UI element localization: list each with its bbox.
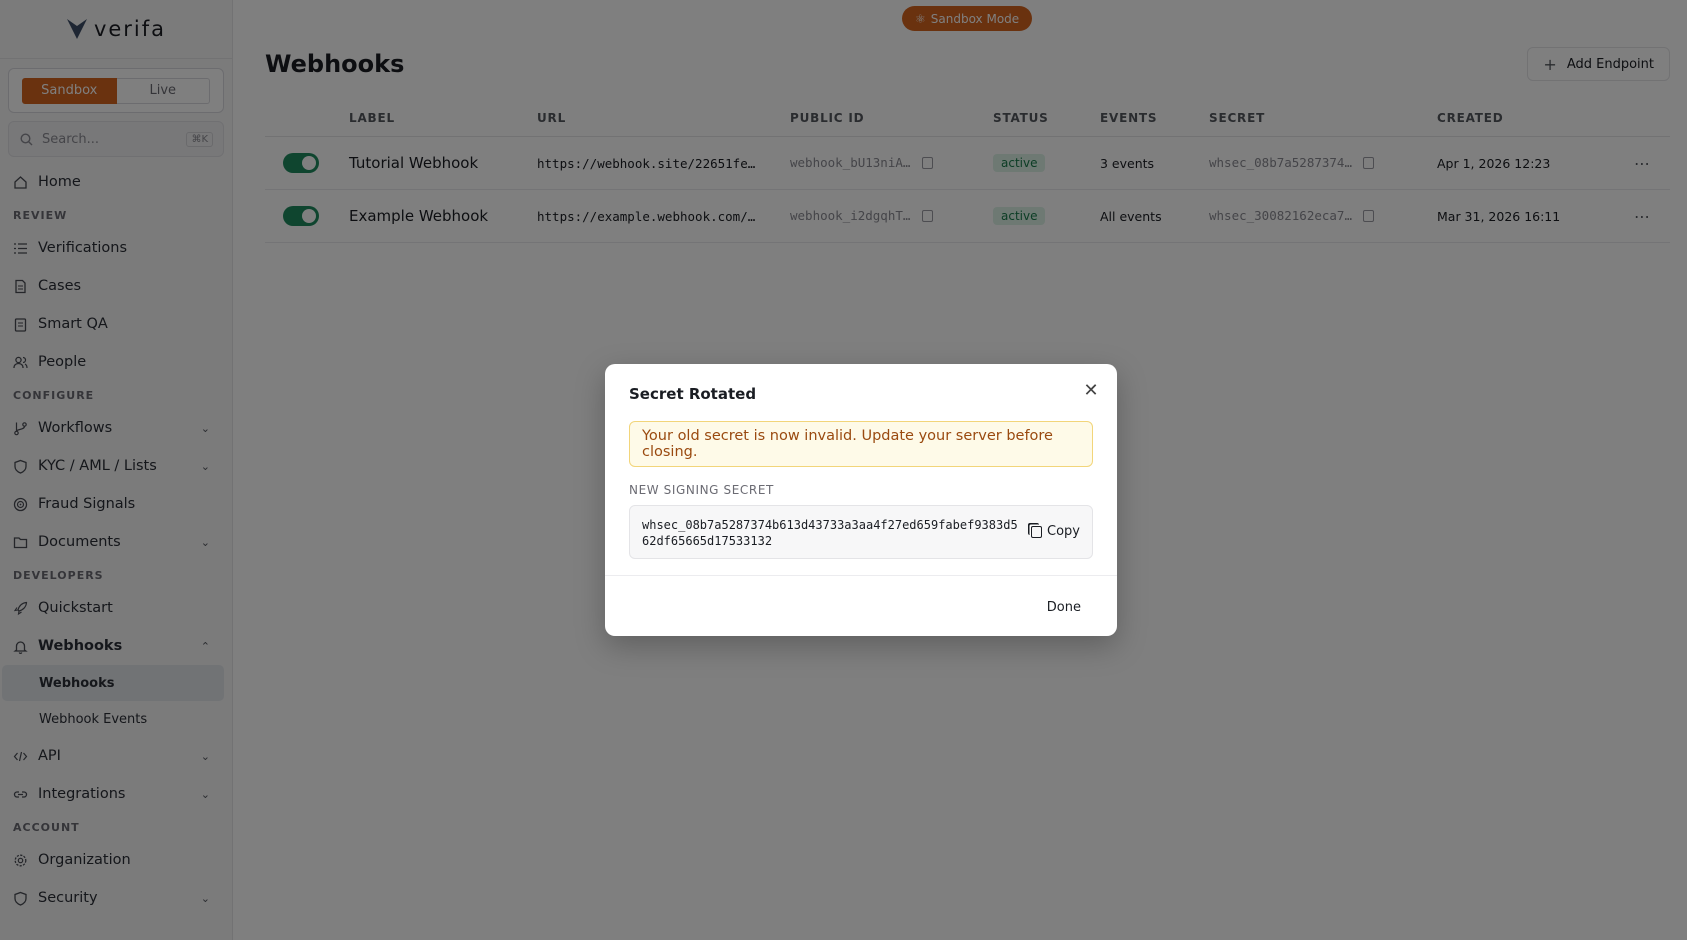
secret-rotated-dialog: Secret Rotated ✕ Your old secret is now … bbox=[605, 364, 1117, 636]
secret-value: whsec_08b7a5287374b613d43733a3aa4f27ed65… bbox=[642, 518, 1018, 548]
copy-secret-button[interactable]: Copy bbox=[1031, 524, 1080, 539]
secret-label: NEW SIGNING SECRET bbox=[629, 483, 774, 497]
warning-banner: Your old secret is now invalid. Update y… bbox=[629, 421, 1093, 467]
dialog-title: Secret Rotated bbox=[629, 385, 757, 403]
copy-icon bbox=[1031, 525, 1043, 538]
copy-label: Copy bbox=[1047, 524, 1080, 539]
secret-field: whsec_08b7a5287374b613d43733a3aa4f27ed65… bbox=[629, 505, 1093, 559]
dialog-divider bbox=[605, 575, 1117, 576]
done-button[interactable]: Done bbox=[1035, 591, 1093, 623]
close-icon[interactable]: ✕ bbox=[1081, 380, 1101, 401]
